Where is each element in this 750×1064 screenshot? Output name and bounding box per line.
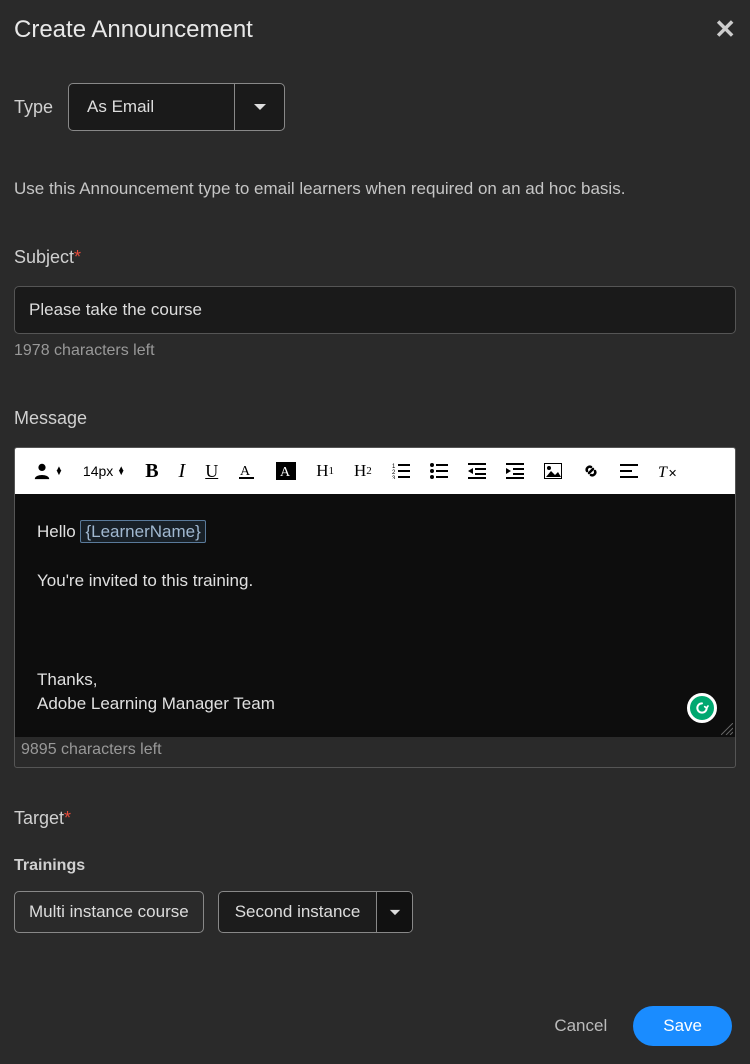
svg-text:A: A [280,465,291,480]
type-select[interactable]: As Email [68,83,285,131]
chevron-down-icon[interactable] [376,892,412,932]
align-icon[interactable] [620,448,638,494]
font-size-selector[interactable]: 14px ▲▼ [83,448,125,494]
signature-line1: Thanks, [37,668,713,693]
user-tag-icon[interactable]: ▲▼ [33,448,63,494]
message-label: Message [14,408,736,429]
instance-select-value: Second instance [219,892,377,932]
svg-text:✕: ✕ [668,468,677,479]
subject-counter: 1978 characters left [14,342,736,360]
editor-body[interactable]: Hello {LearnerName} You're invited to th… [15,494,735,737]
subject-label: Subject* [14,247,736,268]
resize-grip-icon[interactable] [721,723,733,735]
learner-name-token[interactable]: {LearnerName} [80,520,205,543]
trainings-label: Trainings [14,857,736,875]
text-color-icon[interactable]: A [238,448,256,494]
target-label: Target* [14,808,736,829]
save-button[interactable]: Save [633,1006,732,1046]
editor-toolbar: ▲▼ 14px ▲▼ B I U A A H1 H2 123 [15,448,735,494]
svg-text:T: T [658,464,668,479]
close-icon[interactable]: ✕ [714,14,736,45]
greeting-text: Hello [37,522,80,541]
page-title: Create Announcement [14,16,253,44]
clear-format-icon[interactable]: T✕ [658,448,678,494]
indent-icon[interactable] [506,448,524,494]
h1-icon[interactable]: H1 [316,448,334,494]
body-line: You're invited to this training. [37,569,713,594]
grammarly-icon[interactable] [687,693,717,723]
subject-input[interactable] [14,286,736,334]
cancel-button[interactable]: Cancel [554,1016,607,1036]
chevron-down-icon[interactable] [234,84,284,130]
ordered-list-icon[interactable]: 123 [392,448,410,494]
svg-text:A: A [240,464,251,479]
type-select-value: As Email [69,97,234,117]
h2-icon[interactable]: H2 [354,448,372,494]
image-icon[interactable] [544,448,562,494]
underline-icon[interactable]: U [205,448,218,494]
unordered-list-icon[interactable] [430,448,448,494]
link-icon[interactable] [582,448,600,494]
signature-line2: Adobe Learning Manager Team [37,692,713,717]
training-chip[interactable]: Multi instance course [14,891,204,933]
message-counter: 9895 characters left [15,737,735,767]
svg-text:3: 3 [392,476,396,479]
type-help-text: Use this Announcement type to email lear… [14,179,736,199]
outdent-icon[interactable] [468,448,486,494]
highlight-icon[interactable]: A [276,448,296,494]
bold-icon[interactable]: B [145,448,158,494]
italic-icon[interactable]: I [179,448,186,494]
type-label: Type [14,97,53,118]
rich-editor: ▲▼ 14px ▲▼ B I U A A H1 H2 123 [14,447,736,768]
instance-select[interactable]: Second instance [218,891,414,933]
